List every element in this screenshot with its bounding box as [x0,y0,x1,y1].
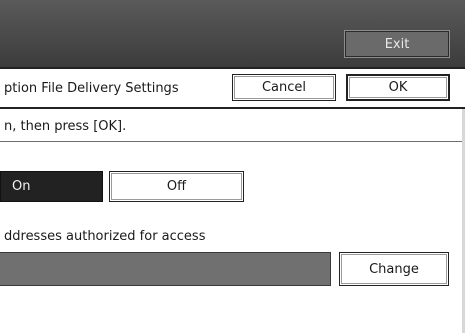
address-label: ddresses authorized for access [4,229,206,244]
on-button[interactable]: On [0,171,103,202]
instruction-text: n, then press [OK]. [4,119,127,134]
change-button[interactable]: Change [339,252,449,286]
address-field[interactable] [0,252,331,286]
divider [0,141,465,142]
cancel-button[interactable]: Cancel [232,74,336,101]
exit-button[interactable]: Exit [344,30,450,58]
off-button[interactable]: Off [109,171,244,202]
title-row: ption File Delivery Settings Cancel OK [0,67,465,109]
top-bar: Exit [0,0,465,67]
page-title: ption File Delivery Settings [4,81,179,96]
ok-button[interactable]: OK [346,74,450,101]
settings-screen: Exit ption File Delivery Settings Cancel… [0,0,465,333]
